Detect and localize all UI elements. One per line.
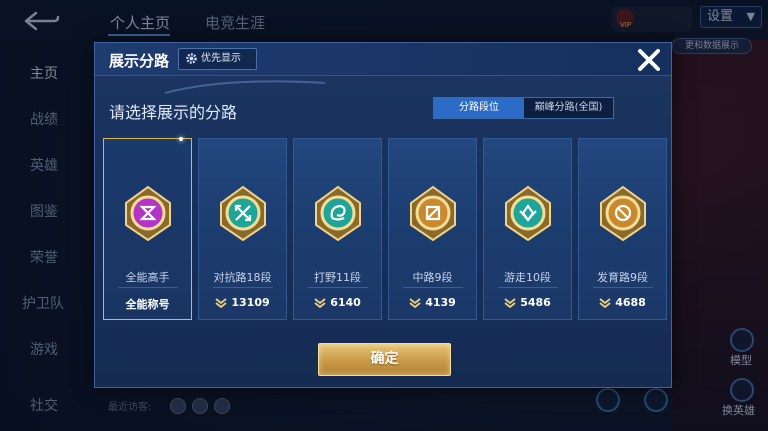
divider (403, 287, 463, 288)
lane-name: 发育路9段 (597, 271, 648, 284)
dialog-subtitle: 请选择展示的分路 (109, 103, 238, 122)
lane-score-value: 5486 (520, 296, 551, 309)
lane-badge-icon (125, 185, 171, 241)
dialog-title: 展示分路 (109, 52, 170, 70)
confirm-button[interactable]: 确定 (318, 343, 451, 376)
lane-type-toggle: 分路段位 巅峰分路(全国) (433, 97, 614, 119)
priority-display-button[interactable]: 优先显示 (178, 48, 257, 70)
lane-name: 中路9段 (412, 271, 453, 284)
lane-score: 全能称号 (104, 296, 191, 312)
lane-score-value: 6140 (330, 296, 361, 309)
lane-card[interactable]: 中路9段 4139 (388, 138, 477, 320)
selection-sparkle (179, 137, 183, 141)
gear-icon (186, 53, 197, 64)
lane-badge-icon (600, 185, 646, 241)
rank-chevron-icon (409, 298, 421, 308)
lane-score: 4688 (579, 296, 666, 309)
close-button[interactable] (635, 46, 663, 74)
lane-badge-icon (410, 185, 456, 241)
lane-card[interactable]: 全能高手 全能称号 (103, 137, 192, 320)
divider (118, 287, 178, 288)
lane-score-value: 13109 (231, 296, 270, 309)
lane-card[interactable]: 打野11段 6140 (293, 138, 382, 320)
lane-card[interactable]: 发育路9段 4688 (578, 138, 667, 320)
rank-chevron-icon (599, 298, 611, 308)
lane-score: 13109 (199, 296, 286, 309)
lane-badge-icon (220, 185, 266, 241)
close-icon (638, 49, 660, 71)
lane-score-value: 全能称号 (125, 298, 170, 311)
rank-chevron-icon (215, 298, 227, 308)
dialog-header: 展示分路 优先显示 (95, 43, 671, 76)
lane-card[interactable]: 游走10段 5486 (483, 138, 572, 320)
priority-display-label: 优先显示 (201, 53, 241, 64)
divider (213, 287, 273, 288)
lane-score-value: 4688 (615, 296, 646, 309)
rank-chevron-icon (314, 298, 326, 308)
lane-display-dialog: 展示分路 优先显示 请选择展示的分路 分路段位 巅峰分路(全国) 全能高手全能称… (94, 42, 672, 388)
lane-name: 游走10段 (504, 271, 551, 284)
lane-name: 打野11段 (314, 271, 361, 284)
lane-score: 4139 (389, 296, 476, 309)
divider (498, 287, 558, 288)
lane-score: 6140 (294, 296, 381, 309)
lane-name: 对抗路18段 (213, 271, 272, 284)
lane-score-value: 4139 (425, 296, 456, 309)
divider (593, 287, 653, 288)
lane-badge-icon (505, 185, 551, 241)
lane-name: 全能高手 (125, 271, 170, 284)
divider (308, 287, 368, 288)
lane-score: 5486 (484, 296, 571, 309)
rank-chevron-icon (504, 298, 516, 308)
tab-lane-rank[interactable]: 分路段位 (434, 98, 524, 118)
tab-peak-lane[interactable]: 巅峰分路(全国) (524, 98, 613, 118)
lane-card[interactable]: 对抗路18段 13109 (198, 138, 287, 320)
lane-badge-icon (315, 185, 361, 241)
